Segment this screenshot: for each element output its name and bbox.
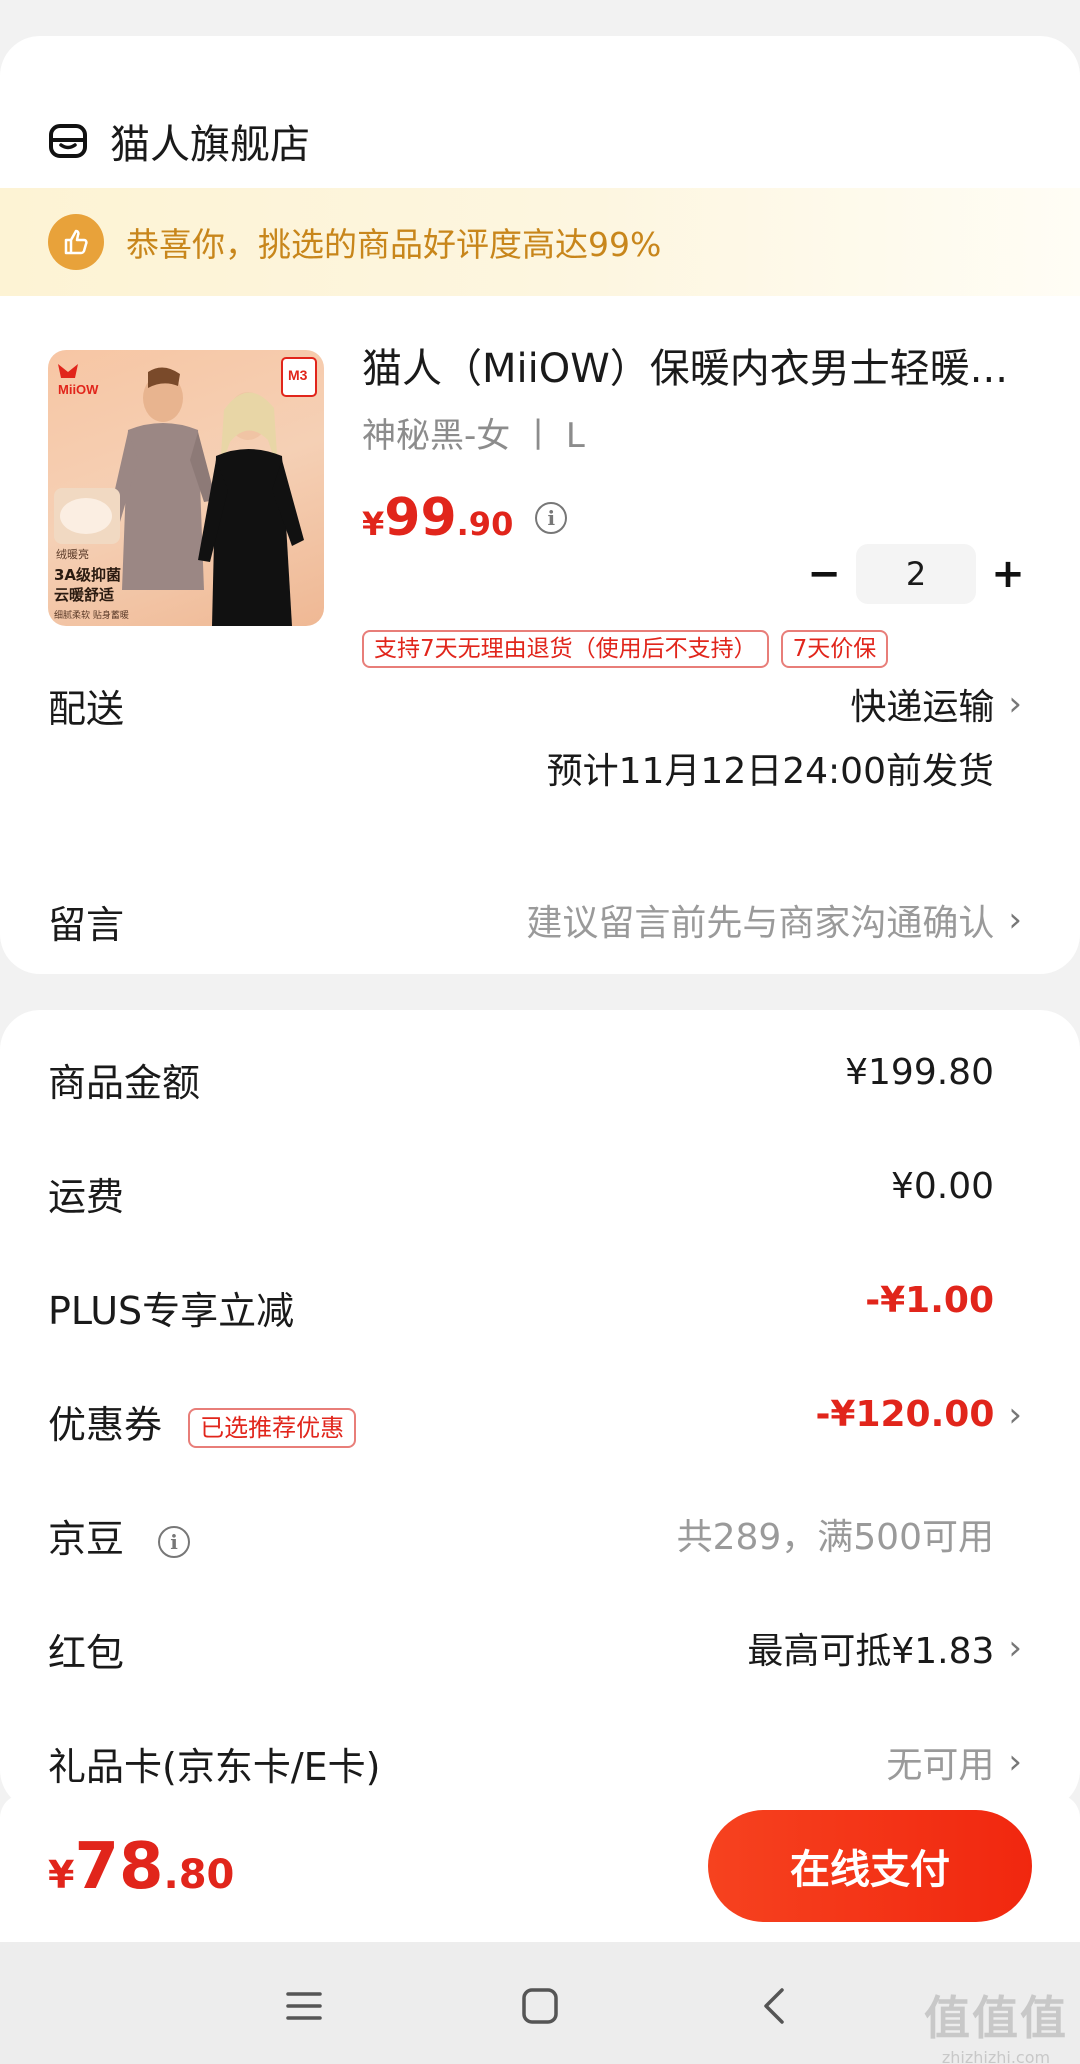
- giftcard-value: 无可用: [886, 1745, 995, 1786]
- system-nav-bar: 值值值 zhizhizhi.com: [0, 1942, 1080, 2064]
- watermark-text: 值值值: [924, 1991, 1068, 2045]
- jingdou-label: 京豆: [48, 1517, 125, 1561]
- price-currency: ¥: [362, 505, 385, 543]
- goods-amount-label: 商品金额: [48, 1061, 201, 1105]
- message-label: 留言: [48, 903, 125, 947]
- shipping-value: ¥0.00: [890, 1166, 994, 1207]
- home-icon[interactable]: [510, 1976, 570, 2036]
- rating-banner: 恭喜你，挑选的商品好评度高达99%: [0, 188, 1080, 296]
- service-tags: 支持7天无理由退货（使用后不支持） 7天价保: [362, 630, 900, 668]
- image-line1: 绒暖亮: [56, 547, 89, 561]
- watermark-logo: 值值值 zhizhizhi.com: [924, 1982, 1068, 2064]
- hongbao-label: 红包: [48, 1631, 125, 1675]
- chevron-right-icon: ›: [1008, 1394, 1022, 1435]
- watermark-url: zhizhizhi.com: [941, 2048, 1051, 2064]
- plus-discount-label: PLUS专享立减: [48, 1289, 295, 1333]
- shop-name: 猫人旗舰店: [110, 122, 310, 168]
- total-integer: 78: [74, 1830, 164, 1904]
- product-spec[interactable]: 神秘黑-女 丨 L: [362, 408, 585, 457]
- total-currency: ¥: [48, 1853, 75, 1897]
- delivery-method[interactable]: 快递运输 ›: [850, 678, 1022, 730]
- message-placeholder: 建议留言前先与商家沟通确认: [526, 903, 995, 944]
- shipping-label: 运费: [48, 1175, 125, 1219]
- plus-discount-value: -¥1.00: [865, 1280, 994, 1321]
- store-icon: [49, 124, 87, 158]
- quantity-input[interactable]: 2: [856, 544, 976, 604]
- chevron-right-icon: ›: [1008, 1628, 1022, 1668]
- image-line4: 细腻柔软 贴身蓄暖: [54, 609, 129, 621]
- menu-icon[interactable]: [274, 1976, 334, 2036]
- rating-banner-text: 恭喜你，挑选的商品好评度高达99%: [126, 225, 662, 264]
- chevron-right-icon: ›: [1008, 1742, 1022, 1782]
- goods-amount-value: ¥199.80: [845, 1052, 994, 1093]
- chevron-right-icon: ›: [1008, 684, 1022, 724]
- return-policy-tag: 支持7天无理由退货（使用后不支持）: [362, 630, 769, 668]
- product-image[interactable]: MiiOW M3 绒暖亮 3A级抑菌 云暖舒适 细腻柔软 贴身蓄暖: [48, 350, 324, 626]
- giftcard-selector[interactable]: 无可用 ›: [886, 1736, 1022, 1788]
- shop-header[interactable]: 猫人旗舰店: [48, 106, 310, 176]
- thumbs-up-icon: [48, 214, 104, 270]
- delivery-method-text: 快递运输: [850, 687, 995, 728]
- info-icon[interactable]: i: [535, 502, 568, 534]
- product-title[interactable]: 猫人（MiiOW）保暖内衣男士轻暖...: [362, 336, 1032, 394]
- info-icon[interactable]: i: [158, 1525, 191, 1558]
- plus-icon[interactable]: +: [988, 551, 1028, 597]
- hongbao-value: 最高可抵¥1.83: [747, 1631, 995, 1672]
- jingdou-label-row: 京豆 i: [48, 1508, 191, 1563]
- jingdou-value: 共289，满500可用: [676, 1517, 994, 1558]
- message-field[interactable]: 建议留言前先与商家沟通确认 ›: [526, 894, 1022, 946]
- giftcard-label: 礼品卡(京东卡/E卡): [48, 1745, 381, 1789]
- back-icon[interactable]: [744, 1976, 804, 2036]
- total-decimal: .80: [163, 1852, 235, 1898]
- delivery-label: 配送: [48, 687, 125, 731]
- hongbao-selector[interactable]: 最高可抵¥1.83 ›: [747, 1622, 1022, 1674]
- price-decimal: .90: [456, 505, 514, 543]
- quantity-stepper: − 2 +: [804, 544, 1028, 604]
- price-integer: 99: [384, 488, 457, 548]
- product-price: ¥ 99 .90 i: [362, 488, 568, 548]
- coupon-value: -¥120.00: [815, 1394, 995, 1435]
- total-price: ¥ 78 .80: [48, 1830, 234, 1904]
- image-line2: 3A级抑菌: [54, 566, 121, 584]
- image-line3: 云暖舒适: [54, 586, 114, 604]
- coupon-selector[interactable]: -¥120.00 ›: [815, 1394, 1022, 1435]
- coupon-label-row: 优惠券 已选推荐优惠: [48, 1394, 357, 1449]
- badge-text: M3: [288, 367, 308, 383]
- cost-card: 商品金额 ¥199.80 运费 ¥0.00 PLUS专享立减 -¥1.00 优惠…: [0, 1010, 1080, 1810]
- pay-online-button[interactable]: 在线支付: [708, 1810, 1032, 1922]
- shop-card: 猫人旗舰店 恭喜你，挑选的商品好评度高达99% MiiOW M3 绒暖亮 3A级…: [0, 36, 1080, 974]
- delivery-estimate: 预计11月12日24:00前发货: [546, 751, 994, 792]
- coupon-recommended-tag: 已选推荐优惠: [188, 1407, 357, 1448]
- minus-icon[interactable]: −: [804, 551, 844, 597]
- brand-text: MiiOW: [58, 382, 99, 397]
- checkout-bar: ¥ 78 .80 在线支付: [0, 1794, 1080, 1942]
- price-protect-tag: 7天价保: [780, 630, 889, 668]
- chevron-right-icon: ›: [1008, 900, 1022, 940]
- coupon-label: 优惠券: [48, 1403, 163, 1447]
